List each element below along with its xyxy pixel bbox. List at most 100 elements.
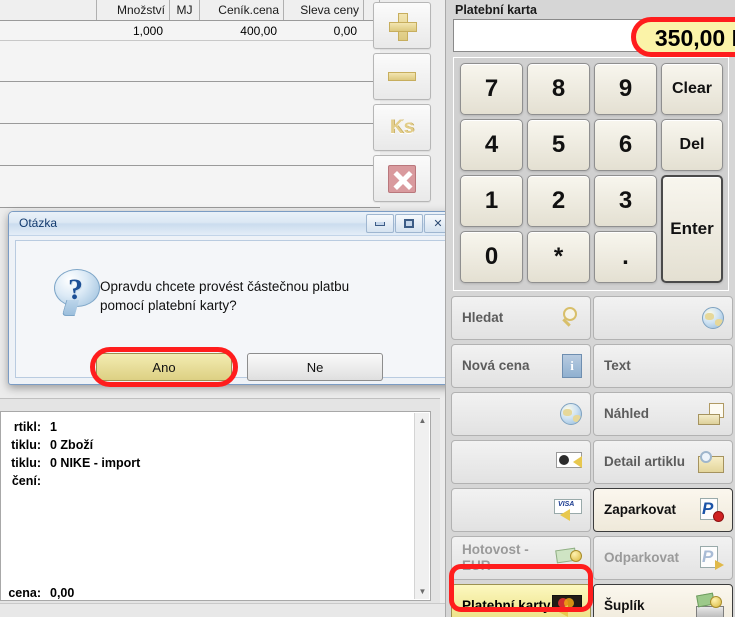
button-label: Náhled <box>604 406 650 421</box>
button-label: Šuplík <box>604 598 645 613</box>
cell-mnozstvi: 1,000 <box>132 24 163 38</box>
dialog-message: Opravdu chcete provést částečnou platbu … <box>100 277 420 315</box>
minimize-button[interactable] <box>366 214 394 233</box>
article-price-line: cena: 0,00 <box>1 584 74 602</box>
button-hotovost-eur[interactable]: Hotovost - EUR <box>451 536 591 580</box>
info-scrollbar[interactable]: ▲ ▼ <box>414 413 429 599</box>
key-1[interactable]: 1 <box>460 175 523 227</box>
list-item: čení: <box>1 472 140 490</box>
maximize-button[interactable] <box>395 214 423 233</box>
button-label: Detail artiklu <box>604 454 686 469</box>
key-dot[interactable]: . <box>594 231 657 283</box>
scroll-up-icon[interactable]: ▲ <box>415 413 430 428</box>
button-detail-artiklu[interactable]: Detail artiklu <box>593 440 733 484</box>
globe-icon <box>560 403 582 425</box>
amount-highlight-value: 350,00 Kč <box>654 25 735 51</box>
dialog-body: ? Opravdu chcete provést částečnou platb… <box>15 240 449 387</box>
grid-header-row: Množství MJ Ceník.cena Sleva ceny <box>0 0 380 21</box>
key-clear[interactable]: Clear <box>661 63 723 115</box>
park-icon: P <box>700 498 724 522</box>
grid-col-sleva-ceny[interactable]: Sleva ceny <box>284 0 364 20</box>
info-value: 0 NIKE - import <box>50 456 141 470</box>
key-7[interactable]: 7 <box>460 63 523 115</box>
payment-panel: Platební karta 350,00 Kč 7 8 9 Clear 4 5… <box>445 0 735 617</box>
button-visa[interactable]: VISA <box>451 488 591 532</box>
printer-icon <box>698 403 724 425</box>
list-item: tiklu: 0 Zboží <box>1 436 140 454</box>
info-label: čení: <box>11 474 41 488</box>
button-nova-cena[interactable]: Nová cena i <box>451 344 591 388</box>
money-icon <box>555 547 582 569</box>
info-value: 0 Zboží <box>50 438 94 452</box>
grid-col-mnozstvi[interactable]: Množství <box>97 0 170 20</box>
table-row[interactable]: 1,000 400,00 0,00 <box>0 21 380 41</box>
grid-col-0[interactable] <box>0 0 97 20</box>
button-globe-2[interactable] <box>451 392 591 436</box>
grid-empty-row[interactable] <box>0 124 380 166</box>
globe-icon <box>702 307 724 329</box>
delete-item-button[interactable] <box>373 155 431 202</box>
article-info-panel: rtikl: 1 tiklu: 0 Zboží tiklu: 0 NIKE - … <box>0 398 440 610</box>
grid-empty-row[interactable] <box>0 41 380 82</box>
grid-empty-row[interactable] <box>0 82 380 124</box>
key-9[interactable]: 9 <box>594 63 657 115</box>
minimize-icon <box>375 221 385 226</box>
scroll-down-icon[interactable]: ▼ <box>415 584 430 599</box>
button-label: Odparkovat <box>604 550 680 565</box>
button-zaparkovat[interactable]: Zaparkovat P <box>593 488 733 532</box>
button-label: Nová cena <box>462 358 530 373</box>
button-odparkovat[interactable]: Odparkovat P <box>593 536 733 580</box>
key-8[interactable]: 8 <box>527 63 590 115</box>
dialog-message-line-1: Opravdu chcete provést částečnou platbu <box>100 279 350 294</box>
button-suplik[interactable]: Šuplík <box>593 584 733 617</box>
button-label: Text <box>604 358 631 373</box>
key-4[interactable]: 4 <box>460 119 523 171</box>
key-5[interactable]: 5 <box>527 119 590 171</box>
button-label: Hotovost - EUR <box>462 542 529 573</box>
grid-col-cenik-cena[interactable]: Ceník.cena <box>200 0 284 20</box>
yes-button[interactable]: Ano <box>96 353 232 381</box>
quantity-button[interactable]: Ks <box>373 104 431 151</box>
key-star[interactable]: * <box>527 231 590 283</box>
no-button[interactable]: Ne <box>247 353 383 381</box>
key-2[interactable]: 2 <box>527 175 590 227</box>
cash-drawer-icon <box>696 592 724 617</box>
key-6[interactable]: 6 <box>594 119 657 171</box>
button-label: Platební karty <box>462 598 551 613</box>
visa-icon: VISA <box>554 499 582 521</box>
list-item: rtikl: 1 <box>1 418 140 436</box>
key-enter[interactable]: Enter <box>661 175 723 283</box>
list-item: tiklu: 0 NIKE - import <box>1 454 140 472</box>
action-button-grid: Hledat Nová cena i Text Náhled Detail ar… <box>451 296 733 617</box>
items-grid[interactable]: Množství MJ Ceník.cena Sleva ceny 1,000 … <box>0 0 380 208</box>
remove-item-button[interactable] <box>373 53 431 100</box>
dialog-title: Otázka <box>19 216 58 230</box>
button-label: Zaparkovat <box>604 502 677 517</box>
button-diners[interactable] <box>451 440 591 484</box>
page-title: Platební karta <box>455 3 537 17</box>
diners-club-icon <box>556 452 582 472</box>
button-hledat[interactable]: Hledat <box>451 296 591 340</box>
info-label: tiklu: <box>11 456 41 470</box>
button-nahled[interactable]: Náhled <box>593 392 733 436</box>
info-label: rtikl: <box>13 420 41 434</box>
button-platebni-karty[interactable]: Platební karty <box>451 584 591 617</box>
key-del[interactable]: Del <box>661 119 723 171</box>
folder-search-icon <box>698 451 724 473</box>
button-globe-1[interactable] <box>593 296 733 340</box>
numeric-keypad: 7 8 9 Clear 4 5 6 Del 1 2 3 Enter 0 * . <box>453 57 729 291</box>
dialog-titlebar[interactable]: Otázka ✕ <box>9 212 455 236</box>
key-3[interactable]: 3 <box>594 175 657 227</box>
cell-sleva-ceny: 0,00 <box>333 24 357 38</box>
question-icon: ? <box>54 269 101 317</box>
info-price-label: cena: <box>8 586 41 600</box>
button-text[interactable]: Text <box>593 344 733 388</box>
key-0[interactable]: 0 <box>460 231 523 283</box>
vertical-toolbar: Ks <box>373 2 435 206</box>
grid-empty-row[interactable] <box>0 166 380 208</box>
add-item-button[interactable] <box>373 2 431 49</box>
horizontal-scrollbar[interactable] <box>0 603 445 617</box>
quantity-label: Ks <box>389 116 415 138</box>
grid-col-mj[interactable]: MJ <box>170 0 200 20</box>
dialog-message-line-2: pomocí platební karty? <box>100 298 237 313</box>
